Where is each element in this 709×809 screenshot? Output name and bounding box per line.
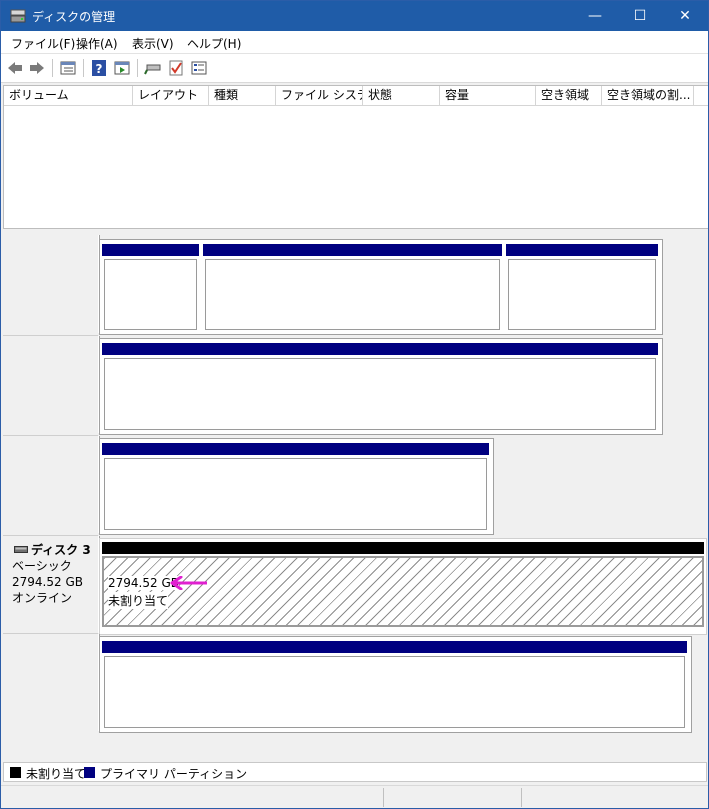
unallocated-partition[interactable]: 2794.52 GB 未割り当て — [102, 556, 704, 627]
column-file-system[interactable]: ファイル システム — [276, 86, 363, 105]
help-icon[interactable]: ? — [90, 59, 108, 77]
close-icon: ✕ — [679, 8, 691, 24]
toolbar-separator — [137, 59, 138, 77]
connect-drive-icon[interactable] — [144, 59, 162, 77]
action-pane-icon[interactable] — [113, 59, 131, 77]
close-button[interactable]: ✕ — [662, 1, 708, 31]
column-status[interactable]: 状態 — [363, 86, 440, 105]
partition-body — [104, 458, 487, 530]
back-arrow-icon[interactable] — [6, 59, 24, 77]
column-type[interactable]: 種類 — [209, 86, 276, 105]
pane-splitter[interactable] — [3, 229, 707, 234]
column-free-space[interactable]: 空き領域 — [536, 86, 602, 105]
toolbar-separator — [52, 59, 53, 77]
menu-view[interactable]: 表示(V) — [132, 35, 174, 52]
disk-status: オンライン — [12, 591, 73, 605]
menu-action[interactable]: 操作(A) — [76, 35, 118, 52]
partition-body — [104, 656, 685, 728]
disk-name: ディスク 3 — [31, 543, 91, 557]
disk-type: ベーシック — [12, 559, 72, 573]
column-volume[interactable]: ボリューム — [4, 86, 133, 105]
partition[interactable] — [102, 443, 489, 532]
partition-body — [104, 259, 197, 330]
disk-row-label[interactable] — [3, 235, 99, 333]
disk-drive-icon — [14, 546, 28, 553]
partition-label: 未割り当て — [108, 592, 169, 609]
status-separator — [383, 788, 384, 807]
partition-header — [506, 244, 658, 256]
disk-row-graph — [99, 239, 663, 335]
legend-unallocated-label: 未割り当て — [26, 767, 87, 781]
unallocated-header — [102, 542, 704, 554]
disk-3-graph: 2794.52 GB 未割り当て — [99, 538, 707, 635]
disk-management-window: ディスクの管理 — ☐ ✕ ファイル(F) 操作(A) 表示(V) ヘルプ(H)… — [0, 0, 709, 809]
svg-text:?: ? — [96, 62, 103, 76]
minimize-button[interactable]: — — [572, 1, 618, 31]
menu-file[interactable]: ファイル(F) — [11, 35, 75, 52]
toolbar-separator — [83, 59, 84, 77]
maximize-icon: ☐ — [633, 8, 647, 24]
disk-row-label[interactable] — [3, 336, 99, 433]
disk-row-label[interactable] — [3, 634, 99, 731]
partition[interactable] — [203, 244, 502, 332]
column-free-percent[interactable]: 空き領域の割... — [602, 86, 694, 105]
disk-3-label[interactable]: ディスク 3 ベーシック 2794.52 GB オンライン — [3, 536, 99, 633]
volume-list-header: ボリューム レイアウト 種類 ファイル システム 状態 容量 空き領域 空き領域… — [4, 86, 708, 106]
toolbar: ? — [1, 54, 708, 83]
menu-bar: ファイル(F) 操作(A) 表示(V) ヘルプ(H) — [1, 31, 708, 54]
column-capacity[interactable]: 容量 — [440, 86, 536, 105]
status-bar — [1, 785, 708, 808]
partition[interactable] — [102, 343, 658, 432]
partition-body — [508, 259, 656, 330]
partition-header — [203, 244, 502, 256]
partition-header — [102, 343, 658, 355]
disk-row-graph — [99, 338, 663, 435]
partition[interactable] — [506, 244, 658, 332]
partition-header — [102, 641, 687, 653]
volume-list[interactable]: ボリューム レイアウト 種類 ファイル システム 状態 容量 空き領域 空き領域… — [3, 85, 708, 229]
partition-header — [102, 244, 199, 256]
disk-size: 2794.52 GB — [12, 575, 83, 589]
disk-row-graph — [99, 636, 692, 733]
title-bar[interactable]: ディスクの管理 — ☐ ✕ — [1, 1, 708, 31]
window-title: ディスクの管理 — [32, 10, 116, 24]
disk-row-label[interactable] — [3, 436, 99, 533]
list-view-icon[interactable] — [59, 59, 77, 77]
minimize-icon: — — [588, 8, 602, 24]
legend-unallocated-swatch — [10, 767, 21, 778]
partition[interactable] — [102, 244, 199, 332]
disk-row-graph — [99, 438, 494, 535]
status-separator — [521, 788, 522, 807]
disk-graphical-view: ディスク 3 ベーシック 2794.52 GB オンライン 2794.52 GB… — [3, 235, 707, 759]
disk-management-icon — [10, 9, 26, 23]
highlight-arrow-icon — [170, 576, 207, 590]
legend-bar: 未割り当て プライマリ パーティション — [3, 762, 707, 782]
check-icon[interactable] — [167, 59, 185, 77]
legend-primary-label: プライマリ パーティション — [100, 767, 248, 781]
partition-body — [205, 259, 500, 330]
menu-help[interactable]: ヘルプ(H) — [187, 35, 241, 52]
partition-body — [104, 358, 656, 430]
forward-arrow-icon[interactable] — [28, 59, 46, 77]
properties-icon[interactable] — [190, 59, 208, 77]
partition-header — [102, 443, 489, 455]
column-layout[interactable]: レイアウト — [133, 86, 209, 105]
partition[interactable] — [102, 641, 687, 730]
maximize-button[interactable]: ☐ — [617, 1, 663, 31]
legend-primary-swatch — [84, 767, 95, 778]
